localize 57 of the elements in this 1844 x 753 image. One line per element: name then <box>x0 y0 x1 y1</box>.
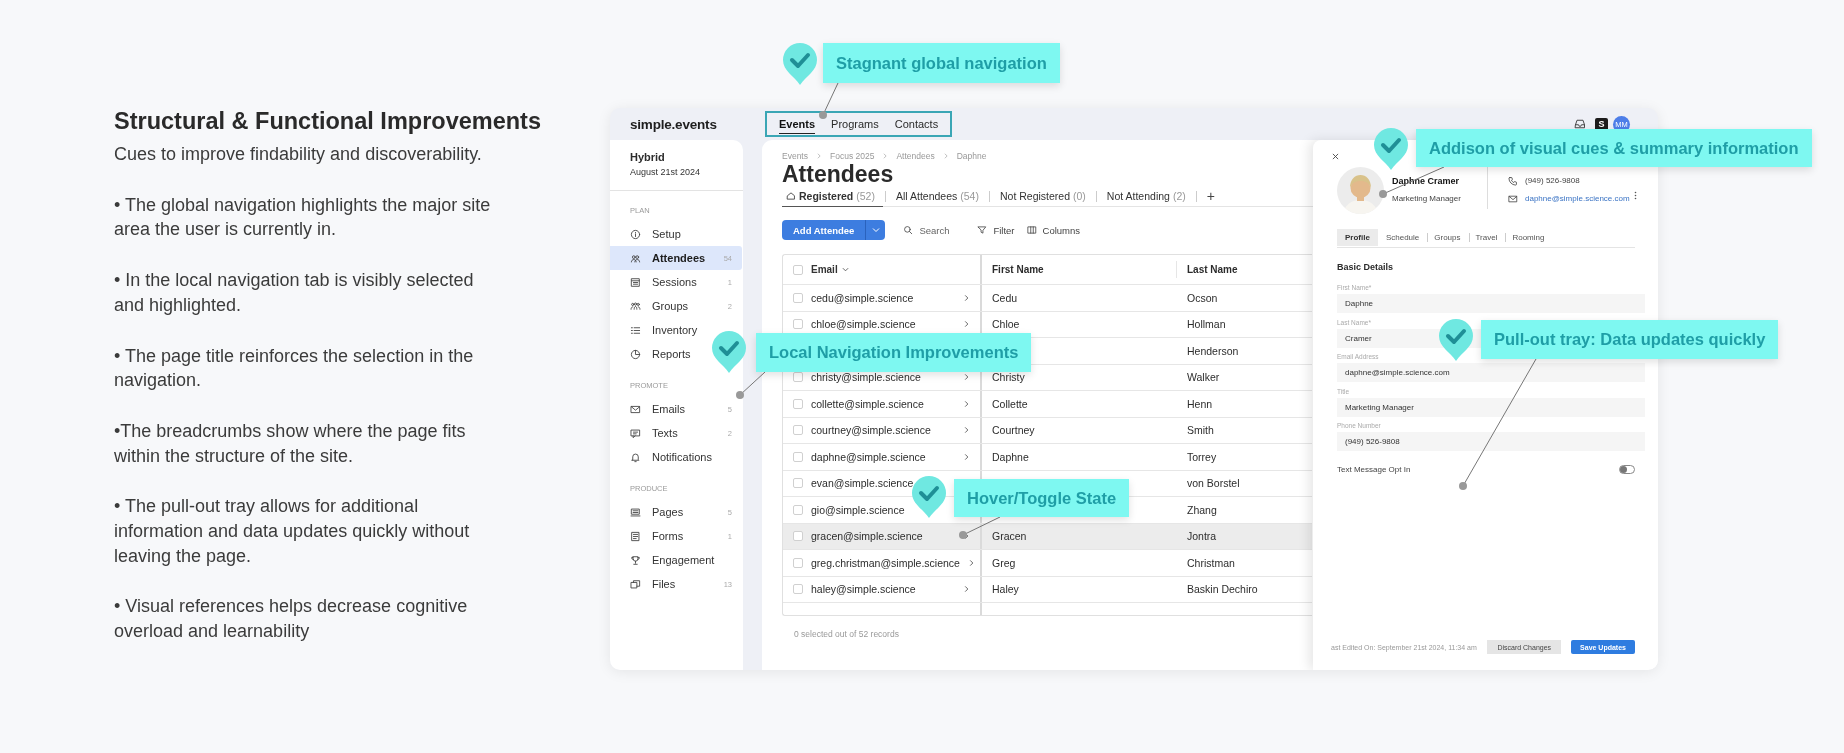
event-date: August 21st 2024 <box>630 166 702 179</box>
event-name: Hybrid <box>630 150 666 164</box>
column-header: First Name <box>992 264 1044 275</box>
table-cell-text: Henderson <box>1186 344 1239 357</box>
table-cell-text: christy@simple.science <box>811 371 922 384</box>
table-cell-text: evan@simple.science <box>811 477 915 490</box>
table-cell-text: Torrey <box>1186 450 1217 463</box>
table-cell: Christy <box>992 371 1025 384</box>
annotation-tooltip: Stagnant global navigation <box>823 43 1060 83</box>
table-cell: greg.christman@simple.science <box>811 556 960 569</box>
table-cell-text: Ocson <box>1186 291 1218 304</box>
table-cell: Haley <box>992 583 1019 596</box>
page-title: Attendees <box>782 162 894 186</box>
bullet-text: • Visual references helps decrease cognitive overload and learnability <box>114 595 469 644</box>
table-cell-text: Henn <box>1186 397 1213 410</box>
table-cell-text: Hollman <box>1186 318 1226 331</box>
table-cell-text: haley@simple.science <box>811 583 917 596</box>
bullet-text: • The global navigation highlights the major site area the user is currently in. <box>114 193 492 242</box>
contact-role: Marketing Manager <box>1392 193 1462 205</box>
table-cell-text: Smith <box>1186 424 1214 437</box>
table-cell: Collette <box>992 397 1028 410</box>
column-header: Last Name <box>1186 264 1238 275</box>
table-cell-text: chloe@simple.science <box>811 318 917 331</box>
table-cell-text: Baskin Dechiro <box>1186 583 1258 596</box>
table-cell: Greg <box>992 556 1016 569</box>
bullet-text: • The pull-out tray allows for additional information and data updates quickly without leaving the page. <box>114 495 471 568</box>
bullet-text: • In the local navigation tab is visibly selected and highlighted. <box>114 269 475 317</box>
annotation-tooltip: Pull-out tray: Data updates quickly <box>1481 320 1779 359</box>
section-title: Basic Details <box>1337 261 1395 274</box>
table-cell-text: daphne@simple.science <box>811 450 927 463</box>
table-cell: Daphne <box>992 450 1029 463</box>
table-cell-text: courtney@simple.science <box>811 424 932 437</box>
section-subtitle: Cues to improve findability and discoverability. <box>114 143 483 166</box>
record-count: 0 selected out of 52 records <box>793 629 900 639</box>
contact-name: Daphne Cramer <box>1392 175 1461 187</box>
table-cell-text: collette@simple.science <box>811 397 925 410</box>
table-cell-text: cedu@simple.science <box>811 291 915 304</box>
phone-number: (949) 526-9808 <box>1525 175 1580 187</box>
table-cell-text: von Borstel <box>1186 477 1240 490</box>
table-cell-text: Christman <box>1186 556 1235 569</box>
table-cell-text: gracen@simple.science <box>811 530 924 543</box>
annotation-tooltip: Addison of visual cues & summary information <box>1416 129 1812 167</box>
bullet-text: • The page title reinforces the selection in the navigation. <box>114 344 475 393</box>
table-cell-text: Walker <box>1186 371 1220 384</box>
app-logo: simple.events <box>630 116 718 132</box>
table-cell-text: Jontra <box>1186 530 1217 543</box>
table-cell: Gracen <box>992 530 1027 543</box>
table-cell: Cedu <box>992 291 1018 304</box>
section-heading: Structural & Functional Improvements <box>114 107 541 136</box>
annotation-tooltip: Local Navigation Improvements <box>756 333 1032 372</box>
table-cell-text: gio@simple.science <box>811 503 906 516</box>
table-cell: Chloe <box>992 318 1020 331</box>
toggle-label: Text Message Opt In <box>1337 464 1411 474</box>
table-cell-text: Zhang <box>1186 503 1217 516</box>
table-cell: Courtney <box>992 424 1035 437</box>
annotation-tooltip: Hover/Toggle State <box>954 479 1130 517</box>
bullet-text: •The breadcrumbs show where the page fits within the structure of the site. <box>114 419 467 468</box>
